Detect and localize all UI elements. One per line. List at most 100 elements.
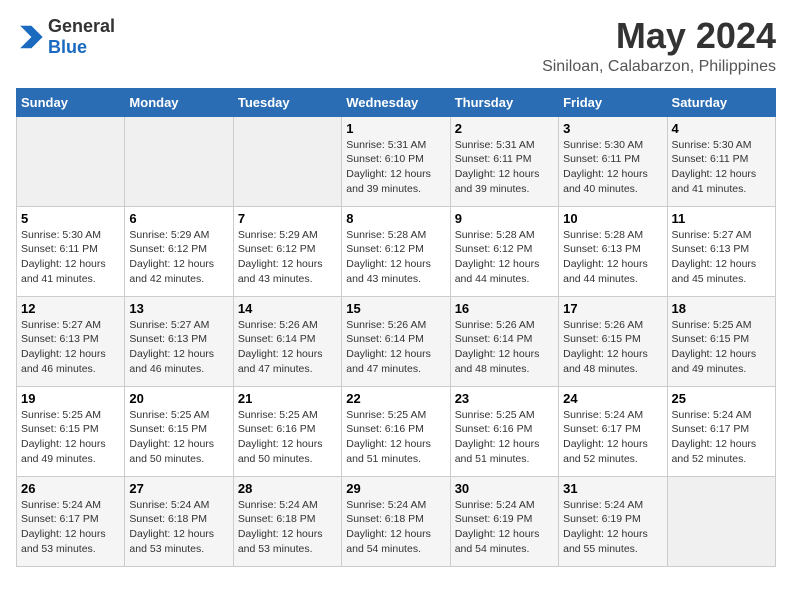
calendar-cell: 24 Sunrise: 5:24 AMSunset: 6:17 PMDayligh… <box>559 386 667 476</box>
day-info: Sunrise: 5:30 AMSunset: 6:11 PMDaylight:… <box>563 138 662 197</box>
weekday-header-thursday: Thursday <box>450 88 558 116</box>
day-number: 7 <box>238 211 337 226</box>
week-row-3: 12 Sunrise: 5:27 AMSunset: 6:13 PMDayligh… <box>17 296 776 386</box>
page-header: General Blue May 2024 Siniloan, Calabarz… <box>16 16 776 76</box>
calendar-cell: 7 Sunrise: 5:29 AMSunset: 6:12 PMDaylight… <box>233 206 341 296</box>
day-info: Sunrise: 5:27 AMSunset: 6:13 PMDaylight:… <box>129 318 228 377</box>
day-info: Sunrise: 5:31 AMSunset: 6:10 PMDaylight:… <box>346 138 445 197</box>
day-info: Sunrise: 5:25 AMSunset: 6:16 PMDaylight:… <box>455 408 554 467</box>
day-info: Sunrise: 5:24 AMSunset: 6:18 PMDaylight:… <box>129 498 228 557</box>
calendar-cell: 10Sunrise: 5:28 AMSunset: 6:13 PMDayligh… <box>559 206 667 296</box>
week-row-2: 5Sunrise: 5:30 AMSunset: 6:11 PMDaylight… <box>17 206 776 296</box>
day-number: 27 <box>129 481 228 496</box>
day-number: 23 <box>455 391 554 406</box>
day-info: Sunrise: 5:24 AMSunset: 6:17 PMDaylight:… <box>672 408 771 467</box>
day-number: 3 <box>563 121 662 136</box>
day-info: Sunrise: 5:28 AMSunset: 6:12 PMDaylight:… <box>455 228 554 287</box>
calendar-cell: 6 Sunrise: 5:29 AMSunset: 6:12 PMDaylight… <box>125 206 233 296</box>
day-info: Sunrise: 5:29 AMSunset: 6:12 PMDaylight:… <box>129 228 228 287</box>
calendar-cell: 31 Sunrise: 5:24 AMSunset: 6:19 PMDayligh… <box>559 476 667 566</box>
calendar-cell: 9 Sunrise: 5:28 AMSunset: 6:12 PMDaylight… <box>450 206 558 296</box>
day-info: Sunrise: 5:30 AMSunset: 6:11 PMDaylight:… <box>21 228 120 287</box>
day-info: Sunrise: 5:27 AMSunset: 6:13 PMDaylight:… <box>672 228 771 287</box>
day-number: 2 <box>455 121 554 136</box>
day-info: Sunrise: 5:28 AMSunset: 6:12 PMDaylight:… <box>346 228 445 287</box>
calendar-cell: 2 Sunrise: 5:31 AMSunset: 6:11 PMDaylight… <box>450 116 558 206</box>
calendar-cell: 18Sunrise: 5:25 AMSunset: 6:15 PMDayligh… <box>667 296 775 386</box>
day-number: 12 <box>21 301 120 316</box>
calendar-cell: 15 Sunrise: 5:26 AMSunset: 6:14 PMDayligh… <box>342 296 450 386</box>
day-number: 13 <box>129 301 228 316</box>
day-info: Sunrise: 5:25 AMSunset: 6:15 PMDaylight:… <box>21 408 120 467</box>
day-number: 15 <box>346 301 445 316</box>
logo: General Blue <box>16 16 115 58</box>
calendar-cell: 23 Sunrise: 5:25 AMSunset: 6:16 PMDayligh… <box>450 386 558 476</box>
calendar-cell: 29 Sunrise: 5:24 AMSunset: 6:18 PMDayligh… <box>342 476 450 566</box>
week-row-1: 1Sunrise: 5:31 AMSunset: 6:10 PMDaylight… <box>17 116 776 206</box>
day-number: 24 <box>563 391 662 406</box>
day-info: Sunrise: 5:26 AMSunset: 6:14 PMDaylight:… <box>238 318 337 377</box>
day-number: 30 <box>455 481 554 496</box>
calendar-title: May 2024 <box>542 16 776 56</box>
day-number: 17 <box>563 301 662 316</box>
calendar-cell: 4 Sunrise: 5:30 AMSunset: 6:11 PMDaylight… <box>667 116 775 206</box>
generalblue-logo-icon <box>16 23 44 51</box>
day-info: Sunrise: 5:24 AMSunset: 6:17 PMDaylight:… <box>563 408 662 467</box>
day-number: 11 <box>672 211 771 226</box>
day-number: 28 <box>238 481 337 496</box>
day-info: Sunrise: 5:24 AMSunset: 6:18 PMDaylight:… <box>238 498 337 557</box>
calendar-cell: 22 Sunrise: 5:25 AMSunset: 6:16 PMDayligh… <box>342 386 450 476</box>
calendar-cell: 26 Sunrise: 5:24 AMSunset: 6:17 PMDayligh… <box>17 476 125 566</box>
title-block: May 2024 Siniloan, Calabarzon, Philippin… <box>542 16 776 76</box>
calendar-cell: 1Sunrise: 5:31 AMSunset: 6:10 PMDaylight… <box>342 116 450 206</box>
day-info: Sunrise: 5:25 AMSunset: 6:16 PMDaylight:… <box>238 408 337 467</box>
day-number: 4 <box>672 121 771 136</box>
day-info: Sunrise: 5:24 AMSunset: 6:19 PMDaylight:… <box>563 498 662 557</box>
weekday-header-sunday: Sunday <box>17 88 125 116</box>
calendar-cell: 8Sunrise: 5:28 AMSunset: 6:12 PMDaylight… <box>342 206 450 296</box>
day-number: 22 <box>346 391 445 406</box>
calendar-table: SundayMondayTuesdayWednesdayThursdayFrid… <box>16 88 776 567</box>
day-info: Sunrise: 5:25 AMSunset: 6:16 PMDaylight:… <box>346 408 445 467</box>
day-number: 20 <box>129 391 228 406</box>
day-number: 10 <box>563 211 662 226</box>
calendar-cell <box>125 116 233 206</box>
day-number: 21 <box>238 391 337 406</box>
day-number: 25 <box>672 391 771 406</box>
day-number: 26 <box>21 481 120 496</box>
weekday-header-monday: Monday <box>125 88 233 116</box>
calendar-cell: 12Sunrise: 5:27 AMSunset: 6:13 PMDayligh… <box>17 296 125 386</box>
week-row-4: 19 Sunrise: 5:25 AMSunset: 6:15 PMDayligh… <box>17 386 776 476</box>
calendar-cell <box>667 476 775 566</box>
calendar-cell: 13 Sunrise: 5:27 AMSunset: 6:13 PMDayligh… <box>125 296 233 386</box>
calendar-cell: 20Sunrise: 5:25 AMSunset: 6:15 PMDayligh… <box>125 386 233 476</box>
day-info: Sunrise: 5:26 AMSunset: 6:14 PMDaylight:… <box>346 318 445 377</box>
day-info: Sunrise: 5:30 AMSunset: 6:11 PMDaylight:… <box>672 138 771 197</box>
day-number: 29 <box>346 481 445 496</box>
day-number: 31 <box>563 481 662 496</box>
day-number: 19 <box>21 391 120 406</box>
calendar-cell: 11 Sunrise: 5:27 AMSunset: 6:13 PMDayligh… <box>667 206 775 296</box>
calendar-cell: 19 Sunrise: 5:25 AMSunset: 6:15 PMDayligh… <box>17 386 125 476</box>
day-info: Sunrise: 5:24 AMSunset: 6:19 PMDaylight:… <box>455 498 554 557</box>
calendar-cell: 16Sunrise: 5:26 AMSunset: 6:14 PMDayligh… <box>450 296 558 386</box>
calendar-subtitle: Siniloan, Calabarzon, Philippines <box>542 58 776 76</box>
day-number: 18 <box>672 301 771 316</box>
day-info: Sunrise: 5:31 AMSunset: 6:11 PMDaylight:… <box>455 138 554 197</box>
weekday-header-saturday: Saturday <box>667 88 775 116</box>
day-info: Sunrise: 5:29 AMSunset: 6:12 PMDaylight:… <box>238 228 337 287</box>
calendar-cell <box>17 116 125 206</box>
day-number: 6 <box>129 211 228 226</box>
day-number: 14 <box>238 301 337 316</box>
weekday-header-tuesday: Tuesday <box>233 88 341 116</box>
day-info: Sunrise: 5:26 AMSunset: 6:14 PMDaylight:… <box>455 318 554 377</box>
logo-blue-text: Blue <box>48 37 87 57</box>
calendar-cell: 27 Sunrise: 5:24 AMSunset: 6:18 PMDayligh… <box>125 476 233 566</box>
day-info: Sunrise: 5:24 AMSunset: 6:18 PMDaylight:… <box>346 498 445 557</box>
calendar-cell: 14 Sunrise: 5:26 AMSunset: 6:14 PMDayligh… <box>233 296 341 386</box>
calendar-cell: 17 Sunrise: 5:26 AMSunset: 6:15 PMDayligh… <box>559 296 667 386</box>
week-row-5: 26 Sunrise: 5:24 AMSunset: 6:17 PMDayligh… <box>17 476 776 566</box>
day-info: Sunrise: 5:26 AMSunset: 6:15 PMDaylight:… <box>563 318 662 377</box>
day-number: 9 <box>455 211 554 226</box>
day-info: Sunrise: 5:24 AMSunset: 6:17 PMDaylight:… <box>21 498 120 557</box>
